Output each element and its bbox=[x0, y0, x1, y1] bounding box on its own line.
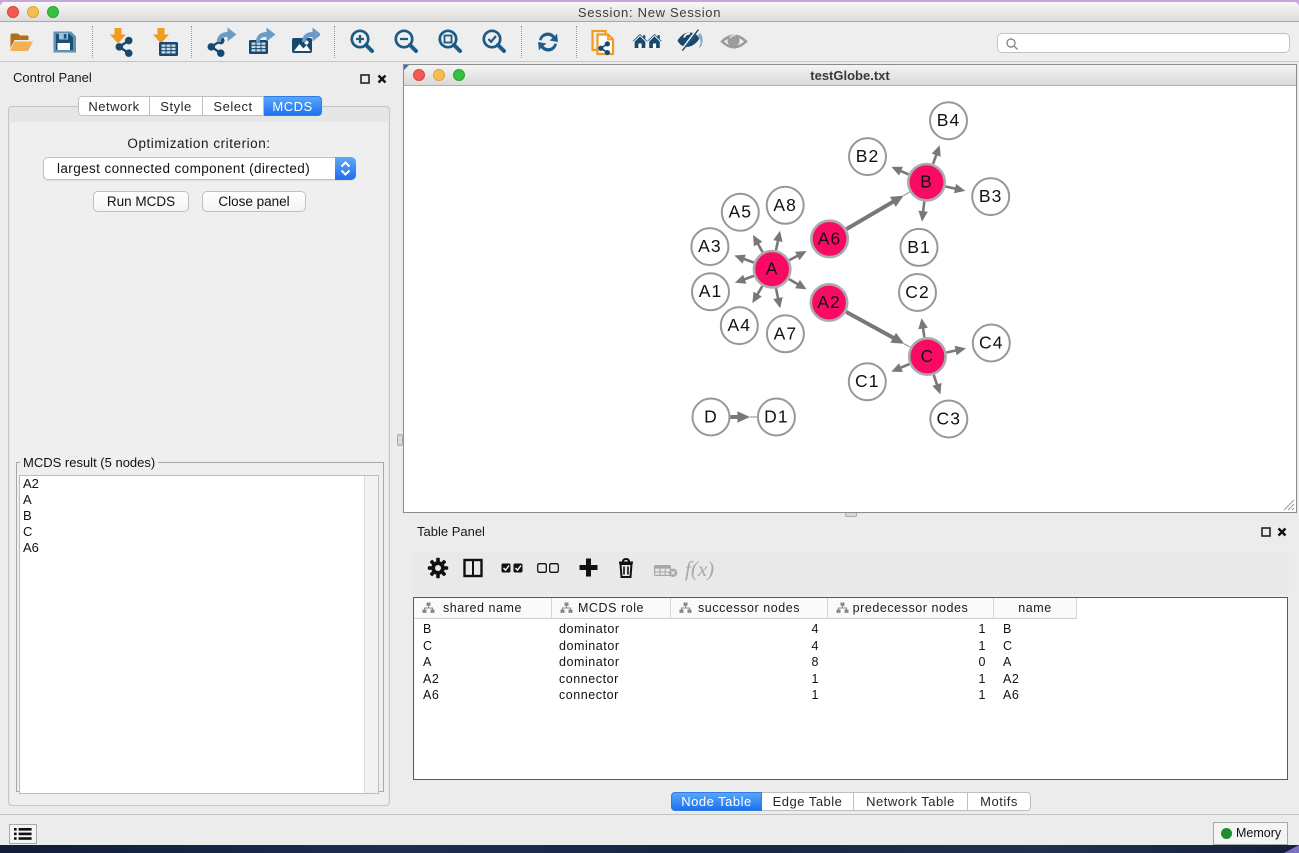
svg-text:C4: C4 bbox=[979, 333, 1004, 353]
svg-text:D: D bbox=[704, 407, 718, 427]
svg-text:A2: A2 bbox=[817, 292, 841, 312]
svg-text:C2: C2 bbox=[905, 282, 930, 302]
svg-text:D1: D1 bbox=[764, 407, 789, 427]
svg-text:B: B bbox=[920, 172, 933, 192]
svg-text:C3: C3 bbox=[937, 409, 962, 429]
svg-text:B4: B4 bbox=[937, 110, 961, 130]
svg-text:B2: B2 bbox=[856, 146, 880, 166]
svg-text:A1: A1 bbox=[699, 281, 723, 301]
svg-text:A: A bbox=[766, 259, 779, 279]
svg-text:A6: A6 bbox=[818, 228, 842, 248]
svg-text:B1: B1 bbox=[907, 237, 931, 257]
svg-text:A4: A4 bbox=[727, 315, 751, 335]
svg-text:A5: A5 bbox=[728, 202, 752, 222]
svg-text:C: C bbox=[921, 346, 935, 366]
svg-text:A3: A3 bbox=[698, 236, 722, 256]
svg-text:A8: A8 bbox=[773, 195, 797, 215]
svg-text:B3: B3 bbox=[979, 186, 1003, 206]
svg-text:A7: A7 bbox=[774, 323, 798, 343]
svg-text:C1: C1 bbox=[855, 371, 880, 391]
